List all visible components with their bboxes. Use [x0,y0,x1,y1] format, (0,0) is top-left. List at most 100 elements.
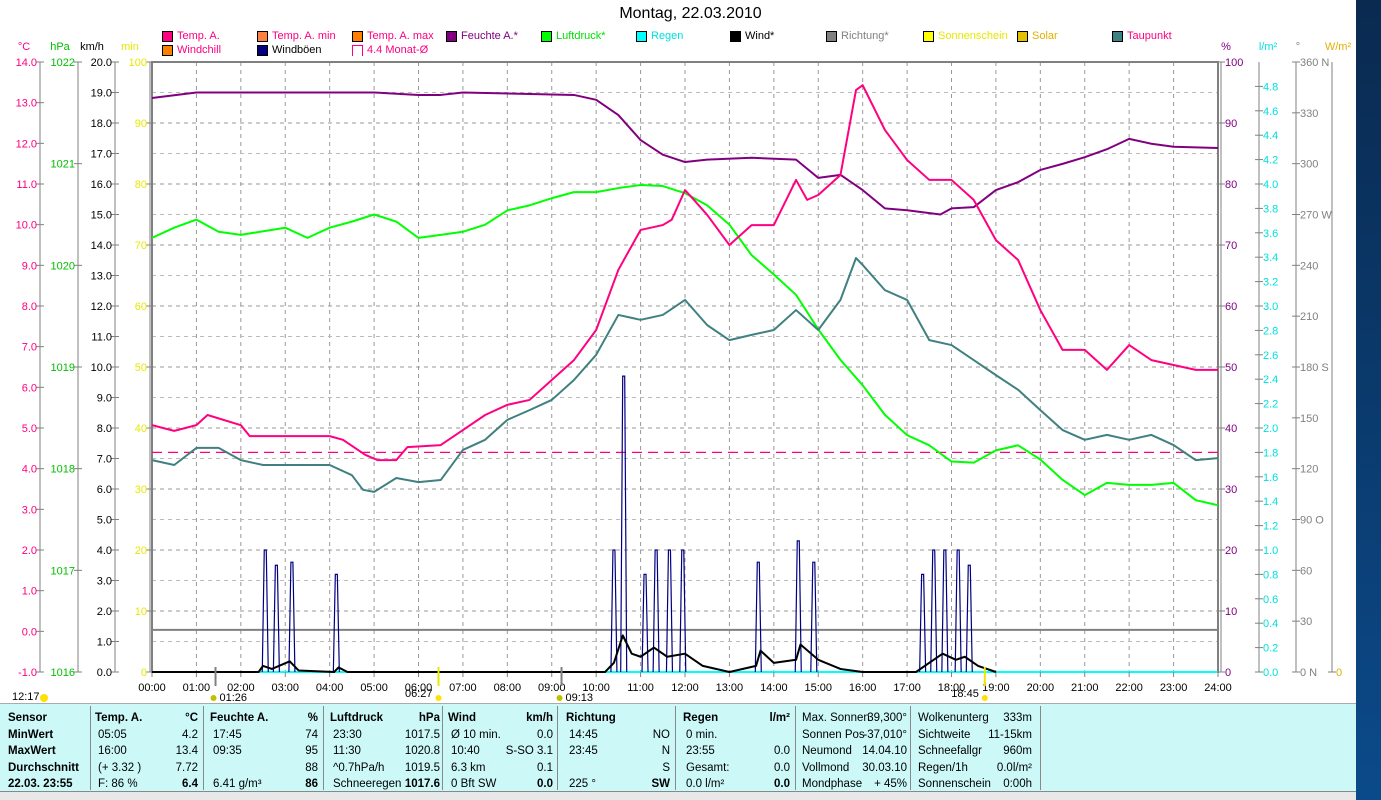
cell-label: 6.3 km [451,761,486,774]
axis-tick-label-temp: 2.0 [22,545,37,557]
cell-value: 14.04.10 [862,745,907,757]
axis-tick-label-kmh: 2.0 [97,606,112,618]
cell-value: 0.0l/m² [996,761,1032,774]
cell-label: Sichtweite [918,728,971,741]
x-tick-label: 15:00 [804,682,832,694]
axis-tick-label-temp: 3.0 [22,504,37,516]
moon-icon [40,694,48,702]
axis-unit-solar: W/m² [1325,41,1352,53]
legend-item: Solar [1017,30,1058,42]
axis-tick-label-temp: 11.0 [16,179,37,191]
gust-spike [954,549,962,673]
cell-value: SW [651,778,670,790]
column-header: Feuchte A. [210,712,269,724]
legend-label: Regen [651,30,684,42]
axis-unit-kmh: km/h [80,41,104,53]
axis-tick-label-hpa: 1020 [51,260,75,272]
axis-tick-label-hpa: 1021 [51,159,75,171]
legend-label: Luftdruck* [556,30,606,42]
axis-tick-label-hpa: 1019 [51,362,75,374]
event-time-label: 06:27 [405,688,433,700]
event-time-label: 01:26 [220,692,248,703]
cell-label: 6.41 g/m³ [213,778,262,790]
column-header: Temp. A. [95,712,143,724]
x-tick-label: 00:00 [138,682,166,694]
axis-tick-label-deg: 0 N [1300,667,1317,679]
legend-label: Temp. A. [177,30,220,42]
column-unit: l/m² [769,712,790,724]
axis-tick-label-temp: 12.0 [16,138,37,150]
axis-tick-label-kmh: 1.0 [97,637,112,649]
legend-swatch [352,44,363,56]
legend-label: Temp. A. max [367,30,434,42]
cell-value: 1017.6 [404,778,440,790]
legend-item: 4.4 Monat-Ø [352,44,428,56]
legend-swatch [1112,30,1123,42]
cell-value: 74 [305,728,318,741]
column-header: Wind [448,712,476,724]
cell-label: 23:45 [569,745,598,757]
axis-tick-label-min: 100 [129,57,147,69]
axis-tick-label-pct: 80 [1225,179,1237,191]
axis-tick-label-deg: 120 [1300,464,1318,476]
gust-spike [288,561,296,673]
cell-label: 23:55 [686,745,715,757]
cell-label: Vollmond [802,761,850,774]
legend-item: Luftdruck* [541,30,606,42]
axis-tick-label-deg: 30 [1300,616,1312,628]
column-header: Luftdruck [330,712,384,724]
legend-item: Wind* [730,30,774,42]
cell-value: S-SO 3.1 [505,745,553,757]
cell-value: 1017.5 [404,728,440,741]
cell-value: 333m [1003,712,1032,724]
x-tick-label: 16:00 [849,682,877,694]
cell-label: MinWert [8,728,54,741]
cell-label: 17:45 [213,728,242,741]
cell-value: 30.03.10 [862,761,907,774]
axis-tick-label-pct: 90 [1225,118,1237,130]
weather-chart: °C 14.0 13.0 12.0 11.0 10.0 9.0 8.0 7.0 6.0 5.0 4.0… [12,41,1352,703]
axis-tick-label-rain: 3.0 [1263,301,1278,313]
axis-tick-label-rain: 1.4 [1263,496,1278,508]
legend-label: Richtung* [841,30,889,42]
axis-tick-label-kmh: 8.0 [97,423,112,435]
statistics-table: Sensor MinWert MaxWert Durchschnitt 22.03. 2… [0,703,1356,791]
x-tick-label: 08:00 [494,682,522,694]
legend-swatch [446,30,457,42]
legend-item: Windböen [257,44,322,56]
cell-label: MaxWert [8,745,56,757]
legend-item: Temp. A. [162,30,220,42]
legend-swatch [162,30,173,42]
axis-tick-label-temp: 13.0 [16,98,37,110]
cell-label: Neumond [802,745,852,757]
axis-tick-label-deg: 300 [1300,159,1318,171]
axis-tick-label-rain: 0.6 [1263,594,1278,606]
axis-tick-label-deg: 240 [1300,260,1318,272]
axis-tick-label-pct: 40 [1225,423,1237,435]
x-tick-label: 24:00 [1204,682,1232,694]
axis-unit-min: min [121,41,139,53]
x-tick-label: 07:00 [449,682,477,694]
legend-label: Sonnenschein [938,30,1008,42]
cell-value: 4.2 [182,728,198,741]
axis-tick-label-rain: 1.6 [1263,472,1278,484]
gust-spike [332,573,340,673]
column-divider [203,706,204,790]
legend-label: Wind* [745,30,775,42]
column-divider [675,706,676,790]
legend-swatch [257,44,268,56]
axis-unit-deg: ° [1296,41,1300,53]
axis-unit-temp: °C [18,41,30,53]
cell-value: S [662,761,670,774]
gust-spike [620,375,628,673]
cell-value: 0.0 [774,761,790,774]
axis-tick-label-min: 90 [135,118,147,130]
gust-spike [965,564,973,673]
cell-value: 0:00h [1003,778,1032,790]
legend-swatch [162,44,173,56]
axis-tick-label-rain: 3.2 [1263,277,1278,289]
cell-value: 95 [305,745,318,757]
legend-item: Sonnenschein [923,30,1008,42]
moonrise-icon [210,695,217,701]
cell-value: 88 [305,761,318,774]
